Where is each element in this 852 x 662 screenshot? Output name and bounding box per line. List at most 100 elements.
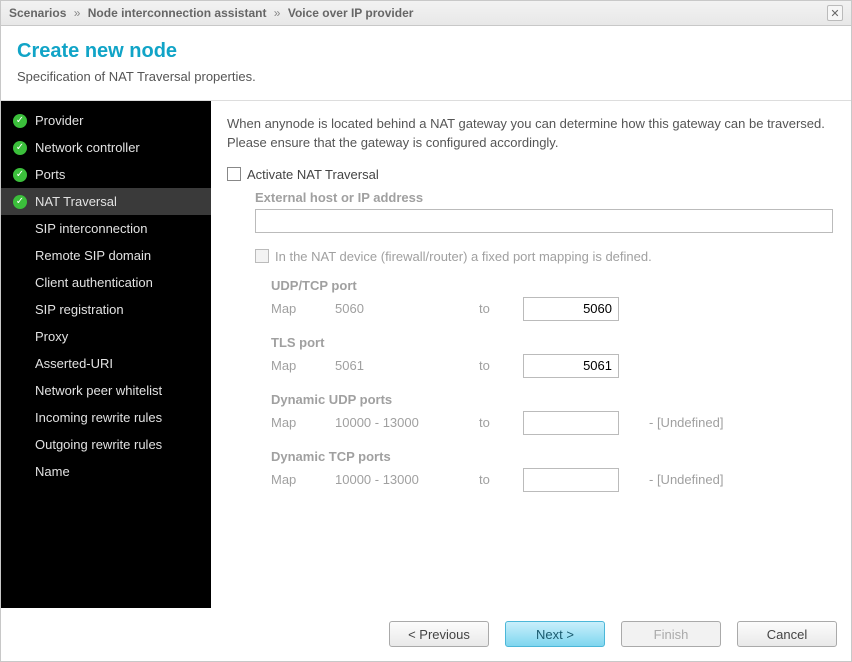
udp-tcp-src-port: 5060: [335, 301, 455, 316]
tls-dst-port-input[interactable]: [523, 354, 619, 378]
sidebar-item-label: Proxy: [35, 329, 68, 344]
udp-tcp-dst-port-input[interactable]: [523, 297, 619, 321]
sidebar-item-sip-interconnection[interactable]: SIP interconnection: [1, 215, 211, 242]
tls-port-section: TLS port Map 5061 to: [271, 335, 833, 378]
check-icon: ✓: [13, 168, 27, 182]
sidebar-item-name[interactable]: Name: [1, 458, 211, 485]
bullet-icon: [13, 303, 27, 317]
wizard-sidebar: ✓ Provider ✓ Network controller ✓ Ports …: [1, 101, 211, 608]
dynamic-tcp-title: Dynamic TCP ports: [271, 449, 833, 464]
sidebar-item-label: Provider: [35, 113, 83, 128]
check-icon: ✓: [13, 195, 27, 209]
map-label: Map: [271, 472, 311, 487]
udp-tcp-port-row: Map 5060 to: [271, 297, 833, 321]
dynamic-udp-src-range: 10000 - 13000: [335, 415, 455, 430]
bullet-icon: [13, 249, 27, 263]
udp-tcp-port-section: UDP/TCP port Map 5060 to: [271, 278, 833, 321]
sidebar-item-provider[interactable]: ✓ Provider: [1, 107, 211, 134]
breadcrumb: Scenarios » Node interconnection assista…: [9, 6, 413, 20]
dynamic-udp-dst-input[interactable]: [523, 411, 619, 435]
intro-text: When anynode is located behind a NAT gat…: [227, 115, 833, 153]
sidebar-item-network-peer-whitelist[interactable]: Network peer whitelist: [1, 377, 211, 404]
page-title: Create new node: [17, 40, 835, 63]
sidebar-item-sip-registration[interactable]: SIP registration: [1, 296, 211, 323]
fixed-mapping-label: In the NAT device (firewall/router) a fi…: [275, 249, 652, 264]
dynamic-udp-row: Map 10000 - 13000 to - [Undefined]: [271, 411, 833, 435]
check-icon: ✓: [13, 141, 27, 155]
sidebar-item-nat-traversal[interactable]: ✓ NAT Traversal: [1, 188, 211, 215]
activate-nat-label: Activate NAT Traversal: [247, 167, 379, 182]
dynamic-udp-title: Dynamic UDP ports: [271, 392, 833, 407]
external-host-input[interactable]: [255, 209, 833, 233]
close-icon: ✕: [830, 7, 839, 20]
bullet-icon: [13, 384, 27, 398]
map-label: Map: [271, 415, 311, 430]
external-host-label: External host or IP address: [255, 190, 833, 205]
sidebar-item-label: Network peer whitelist: [35, 383, 162, 398]
sidebar-item-proxy[interactable]: Proxy: [1, 323, 211, 350]
sidebar-item-label: SIP registration: [35, 302, 124, 317]
activate-nat-row: Activate NAT Traversal: [227, 167, 833, 182]
bullet-icon: [13, 465, 27, 479]
to-label: to: [479, 358, 499, 373]
cancel-button[interactable]: Cancel: [737, 621, 837, 647]
breadcrumb-separator: »: [70, 6, 85, 20]
sidebar-item-label: Incoming rewrite rules: [35, 410, 162, 425]
sidebar-item-outgoing-rewrite-rules[interactable]: Outgoing rewrite rules: [1, 431, 211, 458]
sidebar-item-remote-sip-domain[interactable]: Remote SIP domain: [1, 242, 211, 269]
external-host-block: External host or IP address: [255, 190, 833, 233]
header-area: Create new node Specification of NAT Tra…: [1, 26, 851, 94]
previous-button[interactable]: < Previous: [389, 621, 489, 647]
breadcrumb-part-3: Voice over IP provider: [288, 6, 414, 20]
sidebar-item-label: Outgoing rewrite rules: [35, 437, 162, 452]
dynamic-udp-ports-section: Dynamic UDP ports Map 10000 - 13000 to -…: [271, 392, 833, 435]
bullet-icon: [13, 222, 27, 236]
dynamic-tcp-row: Map 10000 - 13000 to - [Undefined]: [271, 468, 833, 492]
page-subtitle: Specification of NAT Traversal propertie…: [17, 69, 835, 84]
bullet-icon: [13, 438, 27, 452]
breadcrumb-part-2: Node interconnection assistant: [88, 6, 267, 20]
bullet-icon: [13, 276, 27, 290]
undefined-suffix: - [Undefined]: [649, 415, 723, 430]
finish-button[interactable]: Finish: [621, 621, 721, 647]
sidebar-item-label: Remote SIP domain: [35, 248, 151, 263]
sidebar-item-label: Client authentication: [35, 275, 153, 290]
fixed-mapping-row: In the NAT device (firewall/router) a fi…: [255, 249, 833, 264]
fixed-mapping-checkbox[interactable]: [255, 249, 269, 263]
udp-tcp-port-title: UDP/TCP port: [271, 278, 833, 293]
sidebar-item-ports[interactable]: ✓ Ports: [1, 161, 211, 188]
breadcrumb-separator: »: [270, 6, 285, 20]
sidebar-item-network-controller[interactable]: ✓ Network controller: [1, 134, 211, 161]
dynamic-tcp-src-range: 10000 - 13000: [335, 472, 455, 487]
wizard-footer: < Previous Next > Finish Cancel: [1, 608, 851, 661]
body: ✓ Provider ✓ Network controller ✓ Ports …: [1, 101, 851, 608]
map-label: Map: [271, 358, 311, 373]
sidebar-item-label: Name: [35, 464, 70, 479]
close-button[interactable]: ✕: [827, 5, 843, 21]
next-button[interactable]: Next >: [505, 621, 605, 647]
dynamic-tcp-dst-input[interactable]: [523, 468, 619, 492]
tls-port-row: Map 5061 to: [271, 354, 833, 378]
to-label: to: [479, 301, 499, 316]
sidebar-item-asserted-uri[interactable]: Asserted-URI: [1, 350, 211, 377]
activate-nat-checkbox[interactable]: [227, 167, 241, 181]
tls-port-title: TLS port: [271, 335, 833, 350]
sidebar-item-label: Network controller: [35, 140, 140, 155]
check-icon: ✓: [13, 114, 27, 128]
undefined-suffix: - [Undefined]: [649, 472, 723, 487]
bullet-icon: [13, 411, 27, 425]
content-pane: When anynode is located behind a NAT gat…: [211, 101, 851, 608]
to-label: to: [479, 415, 499, 430]
dialog-window: Scenarios » Node interconnection assista…: [0, 0, 852, 662]
bullet-icon: [13, 357, 27, 371]
sidebar-item-label: SIP interconnection: [35, 221, 148, 236]
tls-src-port: 5061: [335, 358, 455, 373]
sidebar-item-label: Ports: [35, 167, 65, 182]
dynamic-tcp-ports-section: Dynamic TCP ports Map 10000 - 13000 to -…: [271, 449, 833, 492]
sidebar-item-label: Asserted-URI: [35, 356, 113, 371]
breadcrumb-part-1: Scenarios: [9, 6, 66, 20]
sidebar-item-client-authentication[interactable]: Client authentication: [1, 269, 211, 296]
to-label: to: [479, 472, 499, 487]
titlebar: Scenarios » Node interconnection assista…: [1, 1, 851, 26]
sidebar-item-incoming-rewrite-rules[interactable]: Incoming rewrite rules: [1, 404, 211, 431]
